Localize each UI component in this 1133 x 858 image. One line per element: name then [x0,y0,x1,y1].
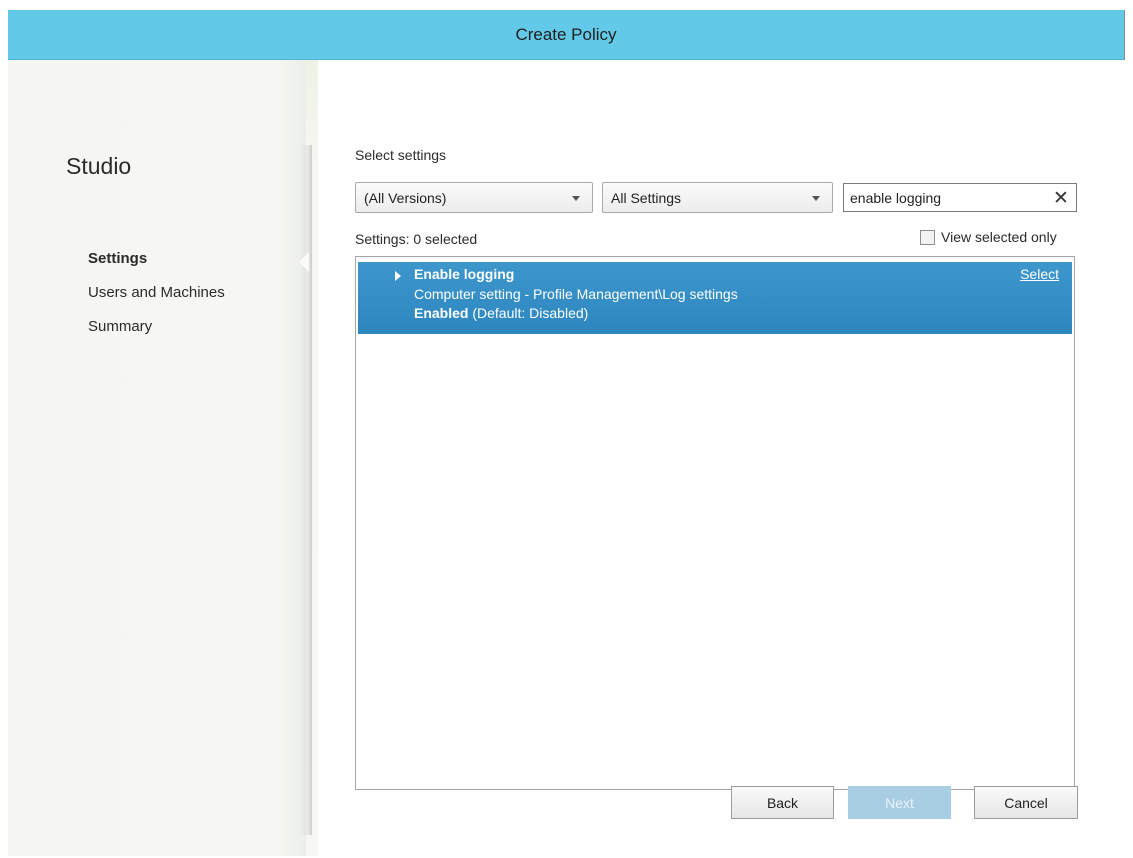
next-button[interactable]: Next [848,786,951,819]
settings-category-dropdown[interactable]: All Settings [602,182,833,213]
settings-results-list: Enable logging Computer setting - Profil… [355,256,1075,790]
back-button[interactable]: Back [731,786,834,819]
versions-dropdown[interactable]: (All Versions) [355,182,593,213]
app-title: Studio [66,153,132,179]
wizard-steps: Settings Users and Machines Summary [88,250,225,352]
setting-path: Computer setting - Profile Management\Lo… [414,286,738,302]
cancel-button[interactable]: Cancel [974,786,1078,819]
setting-state-value: Enabled [414,305,469,321]
step-settings[interactable]: Settings [88,250,225,284]
window-title: Create Policy [515,24,617,44]
wizard-sidebar: Studio Settings Users and Machines Summa… [8,60,306,856]
chevron-down-icon [812,196,820,201]
active-step-pointer-icon [299,252,309,272]
triangle-right-icon[interactable] [395,271,401,281]
section-title: Select settings [355,147,447,163]
view-selected-only-toggle[interactable]: View selected only [920,229,1057,245]
settings-panel: Select settings (All Versions) All Setti… [318,60,1125,856]
settings-category-dropdown-value: All Settings [611,189,682,206]
settings-search-input[interactable]: enable logging [843,183,1077,212]
create-policy-window: Create Policy Studio Settings Users and … [8,10,1125,856]
setting-default: (Default: Disabled) [472,305,589,321]
wizard-content: Studio Settings Users and Machines Summa… [8,60,1125,856]
step-users-and-machines[interactable]: Users and Machines [88,284,225,318]
select-setting-link[interactable]: Select [1020,266,1059,282]
setting-state: Enabled (Default: Disabled) [414,305,588,321]
setting-row[interactable]: Enable logging Computer setting - Profil… [358,262,1072,334]
versions-dropdown-value: (All Versions) [364,189,447,206]
chevron-down-icon [572,196,580,201]
setting-name: Enable logging [414,266,515,282]
view-selected-only-checkbox[interactable] [920,229,935,245]
sidebar-divider [300,145,312,835]
view-selected-only-label: View selected only [941,229,1057,245]
selected-count: Settings: 0 selected [355,231,478,247]
step-summary[interactable]: Summary [88,318,225,352]
title-bar: Create Policy [8,10,1124,60]
close-icon[interactable]: ✕ [1048,184,1074,211]
